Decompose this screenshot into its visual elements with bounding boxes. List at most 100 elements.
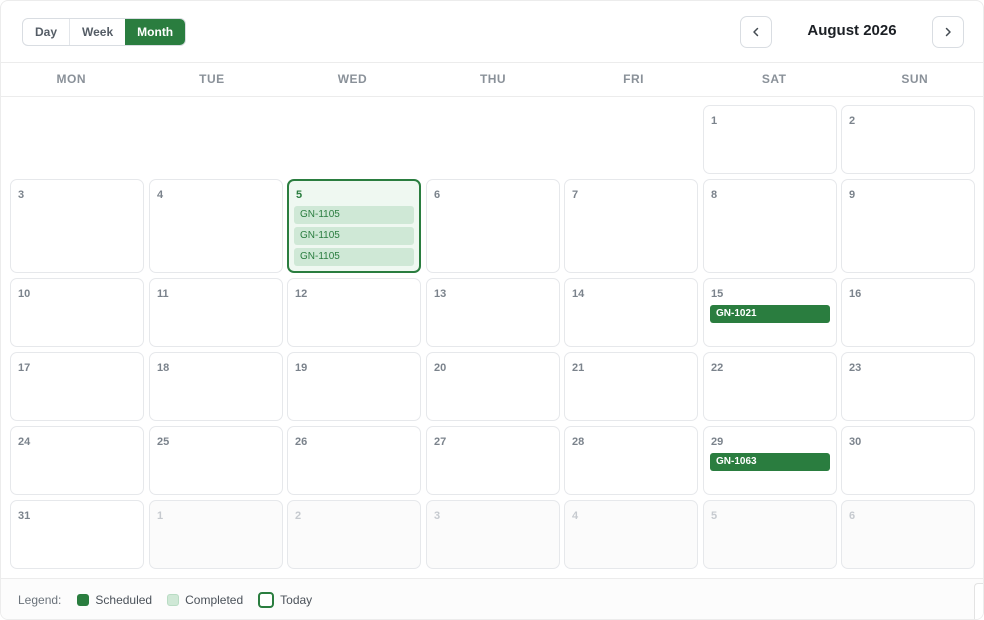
day-cell[interactable]: 31: [10, 500, 144, 569]
scheduled-swatch: [77, 594, 90, 606]
day-number: 1: [157, 510, 164, 522]
day-cell[interactable]: 9: [841, 179, 975, 273]
day-cell[interactable]: 11: [149, 278, 283, 347]
day-number: 14: [572, 288, 585, 300]
day-cell[interactable]: 16: [841, 278, 975, 347]
event-chip-completed[interactable]: GN-1105: [294, 227, 414, 245]
day-cell[interactable]: 10: [10, 278, 144, 347]
day-cell[interactable]: 6: [426, 179, 560, 273]
day-number: 13: [434, 288, 447, 300]
view-toggle: Day Week Month: [22, 18, 187, 46]
day-number: 21: [572, 362, 585, 374]
day-cell[interactable]: 23: [841, 352, 975, 421]
day-cell[interactable]: 17: [10, 352, 144, 421]
day-cell-today[interactable]: 5 GN-1105 GN-1105 GN-1105: [287, 179, 421, 273]
calendar-toolbar: Day Week Month August 2026: [1, 1, 983, 63]
day-cell[interactable]: 4: [149, 179, 283, 273]
day-cell[interactable]: 2: [841, 105, 975, 174]
completed-swatch: [167, 594, 180, 606]
day-number: 19: [295, 362, 308, 374]
day-number: 9: [849, 189, 856, 201]
legend-item-label: Today: [280, 593, 313, 607]
day-cell[interactable]: 8: [703, 179, 837, 273]
view-day-button[interactable]: Day: [23, 19, 69, 45]
previous-month-button[interactable]: [740, 16, 772, 48]
day-cell[interactable]: 25: [149, 426, 283, 495]
day-number: 26: [295, 436, 308, 448]
day-number: 25: [157, 436, 170, 448]
day-number: 8: [711, 189, 718, 201]
day-number: 23: [849, 362, 862, 374]
weekday-label: TUE: [199, 72, 225, 86]
chevron-left-icon: [753, 27, 759, 37]
day-cell[interactable]: 27: [426, 426, 560, 495]
day-number: 31: [18, 510, 31, 522]
day-number: 1: [711, 115, 718, 127]
day-cell[interactable]: 2: [287, 500, 421, 569]
day-number: 5: [711, 510, 718, 522]
day-cell[interactable]: 24: [10, 426, 144, 495]
day-cell[interactable]: 5: [703, 500, 837, 569]
event-chip-completed[interactable]: GN-1105: [294, 206, 414, 224]
day-number: 3: [434, 510, 441, 522]
day-number: 6: [849, 510, 856, 522]
day-number: 30: [849, 436, 862, 448]
weekday-label: SAT: [761, 72, 787, 86]
day-number: 2: [295, 510, 302, 522]
day-number: 28: [572, 436, 585, 448]
day-number: 20: [434, 362, 447, 374]
weekday-label: WED: [337, 72, 368, 86]
day-cell[interactable]: 20: [426, 352, 560, 421]
day-number: 16: [849, 288, 862, 300]
weekday-label: SUN: [901, 72, 929, 86]
day-cell[interactable]: 3: [426, 500, 560, 569]
day-number: 15: [711, 288, 724, 300]
day-cell[interactable]: 18: [149, 352, 283, 421]
day-cell[interactable]: 7: [564, 179, 698, 273]
event-chip-completed[interactable]: GN-1105: [294, 248, 414, 266]
day-cell[interactable]: 1: [703, 105, 837, 174]
month-title: August 2026: [807, 22, 897, 39]
day-cell[interactable]: 6: [841, 500, 975, 569]
day-number: 18: [157, 362, 170, 374]
weekday-label: MON: [56, 72, 87, 86]
day-number: 24: [18, 436, 31, 448]
day-number: 11: [157, 288, 169, 300]
day-cell[interactable]: 14: [564, 278, 698, 347]
next-month-button[interactable]: [932, 16, 964, 48]
view-month-button[interactable]: Month: [125, 19, 186, 45]
event-chip-scheduled[interactable]: GN-1021: [710, 305, 830, 323]
day-number: 7: [572, 189, 579, 201]
event-chip-scheduled[interactable]: GN-1063: [710, 453, 830, 471]
day-cell[interactable]: 15 GN-1021: [703, 278, 837, 347]
month-grid: 1 2 3 4 5 GN-1105 GN-1105 GN-1105 6 7 8 9 10 11 12 13 14…: [1, 97, 983, 577]
day-number: 12: [295, 288, 308, 300]
day-number: 4: [157, 189, 164, 201]
day-cell[interactable]: 19: [287, 352, 421, 421]
day-number: 3: [18, 189, 25, 201]
chevron-right-icon: [945, 27, 951, 37]
today-swatch: [258, 592, 275, 608]
weekday-label: THU: [479, 72, 507, 86]
day-number: 17: [18, 362, 31, 374]
day-cell[interactable]: 29 GN-1063: [703, 426, 837, 495]
legend-item-scheduled: Scheduled: [77, 593, 152, 607]
day-cell[interactable]: 30: [841, 426, 975, 495]
day-cell[interactable]: 26: [287, 426, 421, 495]
legend-item-label: Completed: [185, 593, 244, 607]
day-cell[interactable]: 3: [10, 179, 144, 273]
scrollbar[interactable]: [974, 583, 983, 619]
day-number: 10: [18, 288, 31, 300]
day-number: 27: [434, 436, 447, 448]
view-week-button[interactable]: Week: [69, 19, 125, 45]
day-cell[interactable]: 22: [703, 352, 837, 421]
day-cell[interactable]: 4: [564, 500, 698, 569]
calendar-app: Day Week Month August 2026 MON TUE WED T…: [0, 0, 984, 620]
legend-item-completed: Completed: [167, 593, 243, 607]
day-number: 4: [572, 510, 579, 522]
day-cell[interactable]: 1: [149, 500, 283, 569]
day-cell[interactable]: 13: [426, 278, 560, 347]
day-cell[interactable]: 21: [564, 352, 698, 421]
day-cell[interactable]: 12: [287, 278, 421, 347]
day-cell[interactable]: 28: [564, 426, 698, 495]
